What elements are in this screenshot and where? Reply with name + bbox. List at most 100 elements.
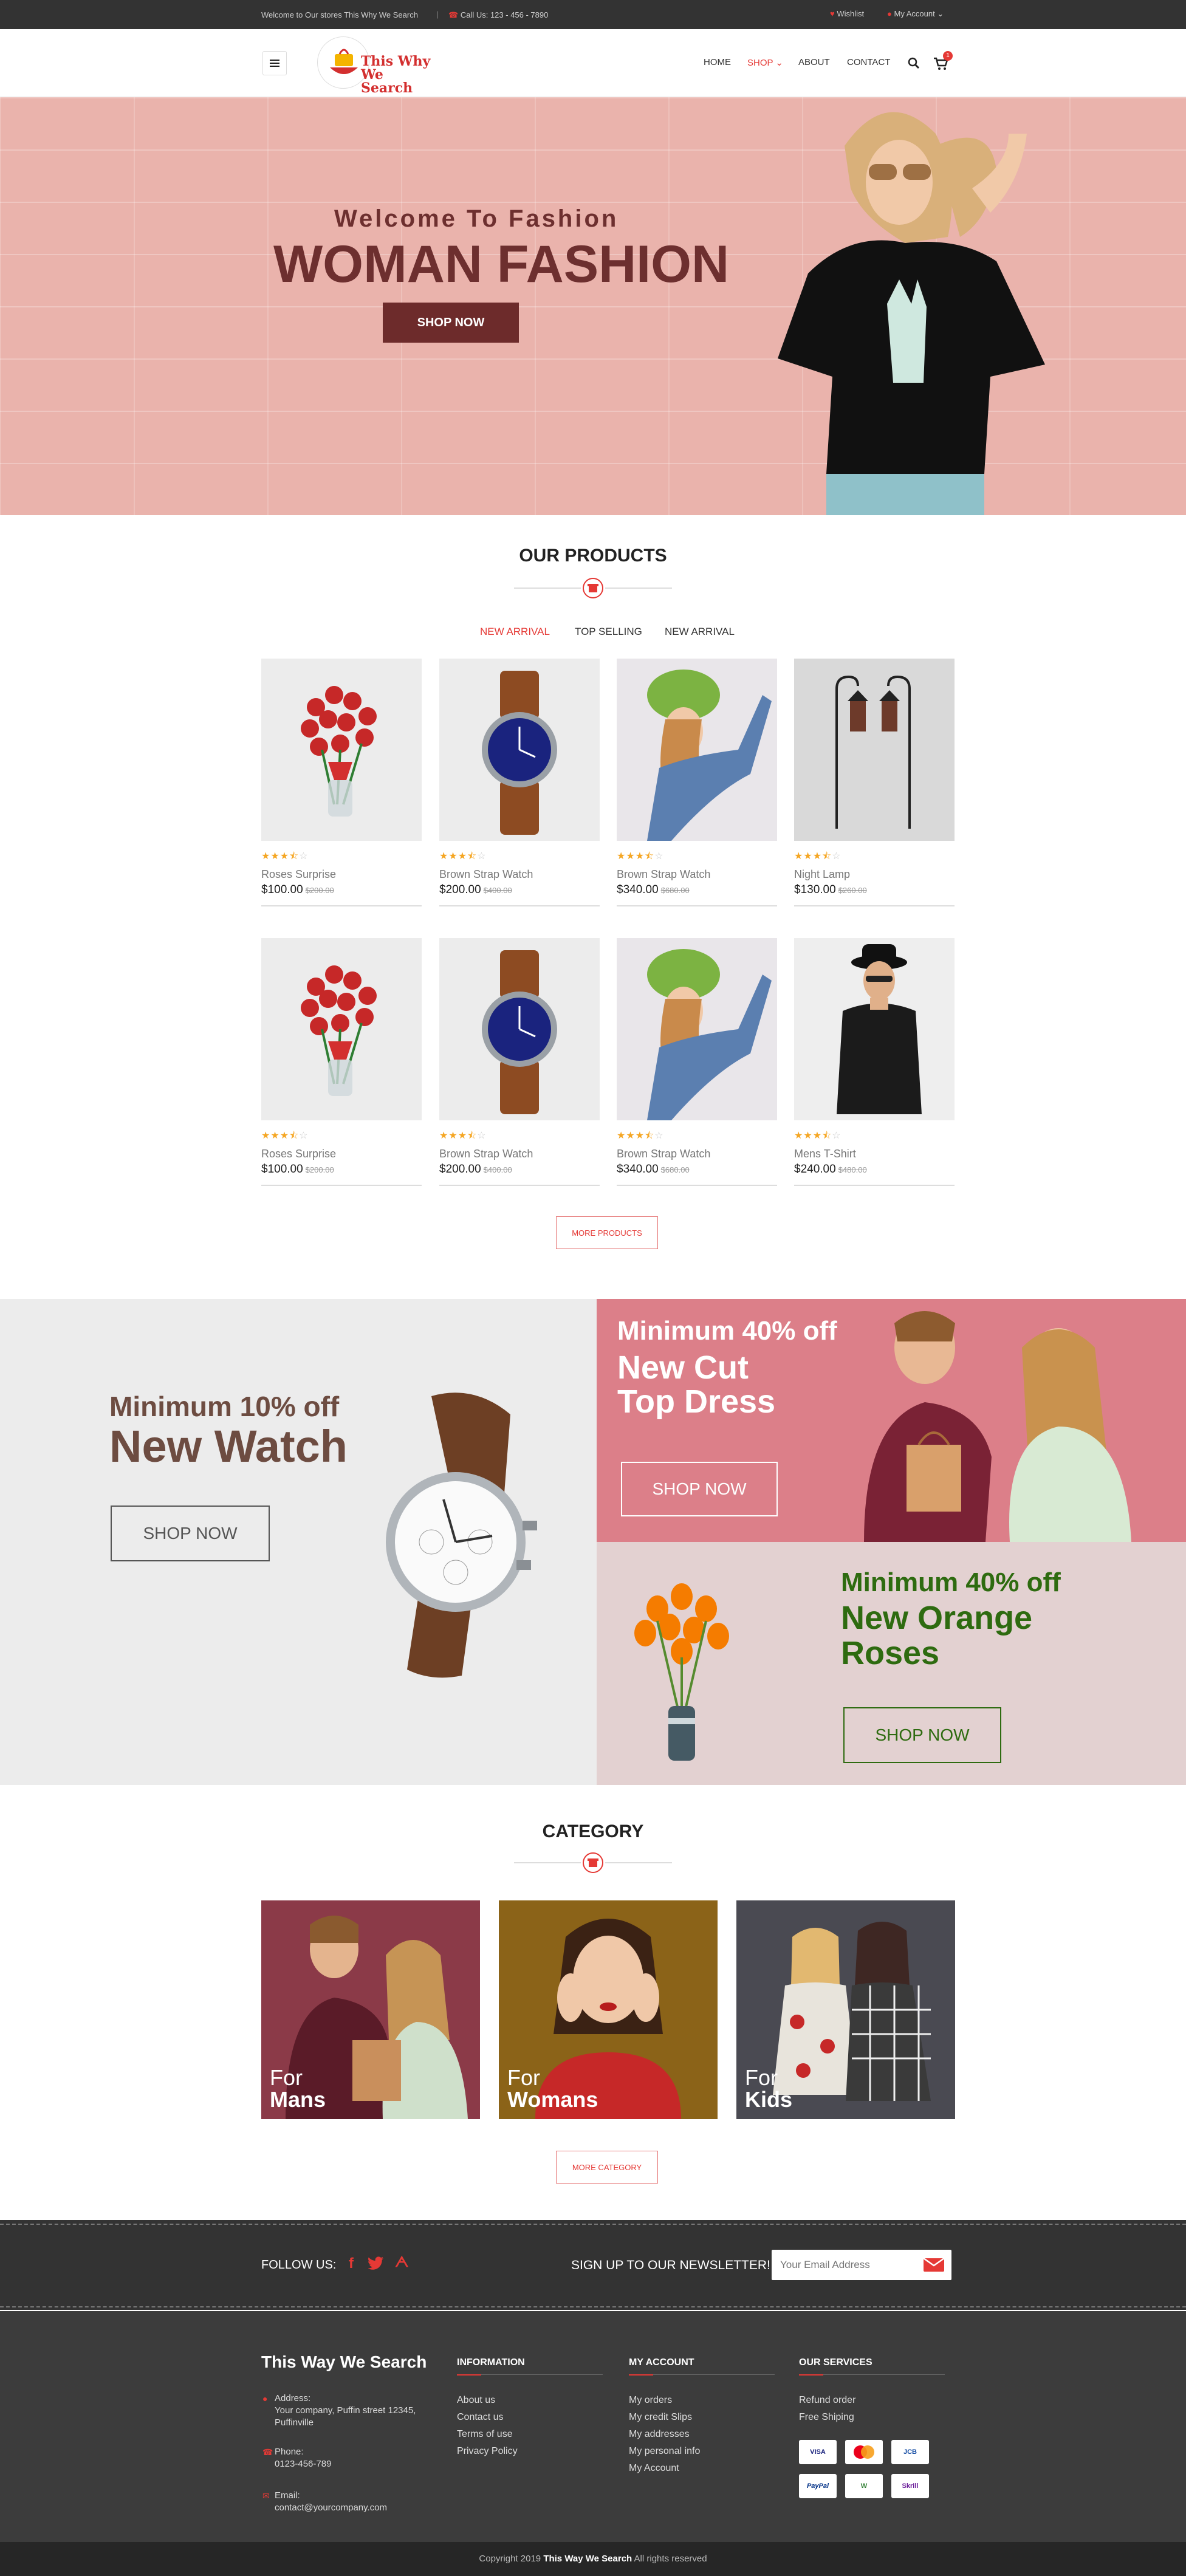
- product-card[interactable]: ★★★⯪☆ Roses Surprise $100.00 $200.00: [261, 938, 422, 1186]
- card-underline: [439, 905, 600, 906]
- product-image-woman[interactable]: [617, 659, 777, 841]
- product-name[interactable]: Brown Strap Watch: [439, 1148, 600, 1160]
- category-card-kids[interactable]: For Kids: [736, 1900, 955, 2119]
- email-value[interactable]: contact@yourcompany.com: [275, 2502, 387, 2514]
- product-image-watch[interactable]: [439, 659, 600, 841]
- product-image-roses[interactable]: [261, 659, 422, 841]
- category-card-womans[interactable]: For Womans: [499, 1900, 718, 2119]
- current-price: $240.00: [794, 1163, 836, 1176]
- card-underline: [261, 1185, 422, 1186]
- send-mail-icon[interactable]: [924, 2258, 944, 2272]
- footer-link-contact[interactable]: Contact us: [457, 2409, 609, 2426]
- nav-about[interactable]: ABOUT: [798, 57, 830, 67]
- more-products-button[interactable]: MORE PRODUCTS: [556, 1216, 658, 1249]
- wishlist-label: Wishlist: [837, 9, 865, 18]
- product-image-roses[interactable]: [261, 938, 422, 1120]
- footer-link-credit-slips[interactable]: My credit Slips: [629, 2409, 781, 2426]
- promo-dress-title-2: Top Dress: [617, 1383, 776, 1420]
- product-name[interactable]: Brown Strap Watch: [617, 868, 777, 881]
- promo-watch-banner: Minimum 10% off New Watch SHOP NOW: [0, 1299, 597, 1785]
- copyright-brand: This Way We Search: [543, 2554, 632, 2564]
- category-card-mans[interactable]: For Mans: [261, 1900, 480, 2119]
- footer-link-refund[interactable]: Refund order: [799, 2392, 951, 2409]
- product-price: $200.00 $400.00: [439, 883, 600, 897]
- footer-link-my-account[interactable]: My Account: [629, 2460, 781, 2477]
- more-category-button[interactable]: MORE CATEGORY: [556, 2151, 658, 2184]
- product-card[interactable]: ★★★⯪☆ Brown Strap Watch $200.00 $400.00: [439, 659, 600, 906]
- man-tshirt-image: [837, 944, 922, 1114]
- information-heading: INFORMATION: [457, 2357, 525, 2368]
- night-lamp-image: [835, 675, 911, 829]
- rating-stars: ★★★⯪☆: [794, 851, 842, 862]
- wishlist-link[interactable]: ♥ Wishlist: [830, 9, 864, 18]
- facebook-icon[interactable]: f: [349, 2255, 354, 2272]
- footer-link-orders[interactable]: My orders: [629, 2392, 781, 2409]
- product-image-tshirt[interactable]: [794, 938, 955, 1120]
- footer-link-about[interactable]: About us: [457, 2392, 609, 2409]
- twitter-icon[interactable]: [368, 2256, 384, 2270]
- location-icon: ●: [262, 2394, 268, 2403]
- tab-new-arrival-2[interactable]: NEW ARRIVAL: [665, 626, 735, 638]
- category-label-kids: For Kids: [745, 2067, 792, 2111]
- promo-watch-title: New Watch: [109, 1421, 348, 1471]
- product-card[interactable]: ★★★⯪☆ Night Lamp $130.00 $260.00: [794, 659, 955, 906]
- footer-link-privacy[interactable]: Privacy Policy: [457, 2443, 609, 2460]
- promo-dress-shop-button[interactable]: SHOP NOW: [621, 1462, 778, 1516]
- footer-link-personal-info[interactable]: My personal info: [629, 2443, 781, 2460]
- product-name[interactable]: Mens T-Shirt: [794, 1148, 955, 1160]
- footer-link-free-shipping[interactable]: Free Shiping: [799, 2409, 951, 2426]
- my-account-heading: MY ACCOUNT: [629, 2357, 694, 2368]
- nav-contact[interactable]: CONTACT: [847, 57, 890, 67]
- woman-flower-crown-image: [647, 670, 772, 841]
- product-name[interactable]: Night Lamp: [794, 868, 955, 881]
- tab-top-selling[interactable]: TOP SELLING: [575, 626, 642, 638]
- newsletter-signup-label: SIGN UP TO OUR NEWSLETTER!: [571, 2258, 770, 2272]
- page: Welcome to Our stores This Why We Search…: [0, 0, 1186, 2576]
- orange-roses-image: [634, 1583, 729, 1761]
- hero-shop-now-button[interactable]: SHOP NOW: [383, 303, 519, 343]
- chevron-down-icon: ⌄: [937, 9, 944, 18]
- site-logo[interactable]: This Why We Search: [317, 36, 439, 95]
- promo-roses-shop-button[interactable]: SHOP NOW: [843, 1707, 1001, 1763]
- product-card[interactable]: ★★★⯪☆ Brown Strap Watch $340.00 $680.00: [617, 938, 777, 1186]
- promo-watch-shop-button[interactable]: SHOP NOW: [111, 1506, 270, 1561]
- footer-link-addresses[interactable]: My addresses: [629, 2426, 781, 2443]
- product-name[interactable]: Roses Surprise: [261, 868, 422, 881]
- account-dropdown[interactable]: ● My Account ⌄: [887, 9, 944, 19]
- follow-us-label: FOLLOW US:: [261, 2258, 337, 2272]
- paypal-icon: PayPal: [799, 2474, 837, 2498]
- logo-line2: We Search: [361, 67, 413, 96]
- product-image-woman[interactable]: [617, 938, 777, 1120]
- newsletter-email-input[interactable]: [772, 2250, 915, 2280]
- old-price: $400.00: [483, 1165, 512, 1174]
- product-name[interactable]: Brown Strap Watch: [617, 1148, 777, 1160]
- product-image-lamp[interactable]: [794, 659, 955, 841]
- watch-image: [482, 950, 557, 1114]
- heading-rule: [823, 2374, 945, 2375]
- newsletter-email-form: [772, 2250, 951, 2280]
- pinterest-icon[interactable]: ᗅ: [395, 2254, 409, 2271]
- product-card[interactable]: ★★★⯪☆ Mens T-Shirt $240.00 $480.00: [794, 938, 955, 1186]
- product-image-watch[interactable]: [439, 938, 600, 1120]
- product-card[interactable]: ★★★⯪☆ Brown Strap Watch $340.00 $680.00: [617, 659, 777, 906]
- product-name[interactable]: Roses Surprise: [261, 1148, 422, 1160]
- current-price: $340.00: [617, 883, 659, 896]
- woman-flower-crown-image: [647, 949, 772, 1120]
- hamburger-menu-button[interactable]: [262, 51, 287, 75]
- product-card[interactable]: ★★★⯪☆ Brown Strap Watch $200.00 $400.00: [439, 938, 600, 1186]
- address-label: Address:: [275, 2393, 311, 2403]
- promo-watch-discount: Minimum 10% off: [109, 1391, 340, 1422]
- product-name[interactable]: Brown Strap Watch: [439, 868, 600, 881]
- tab-new-arrival[interactable]: NEW ARRIVAL: [480, 626, 550, 638]
- search-icon[interactable]: [908, 57, 920, 69]
- nav-shop-label: SHOP: [747, 58, 773, 68]
- nav-home[interactable]: HOME: [704, 57, 731, 67]
- product-card[interactable]: ★★★⯪☆ Roses Surprise $100.00 $200.00: [261, 659, 422, 906]
- visa-icon: VISA: [799, 2440, 837, 2464]
- nav-shop[interactable]: SHOP ⌄: [747, 57, 783, 68]
- footer-address: Address: Your company, Puffin street 1234…: [275, 2393, 439, 2429]
- main-header: [0, 29, 1186, 97]
- heart-icon: ♥: [830, 9, 835, 18]
- footer-link-terms[interactable]: Terms of use: [457, 2426, 609, 2443]
- webmoney-icon: W: [845, 2474, 883, 2498]
